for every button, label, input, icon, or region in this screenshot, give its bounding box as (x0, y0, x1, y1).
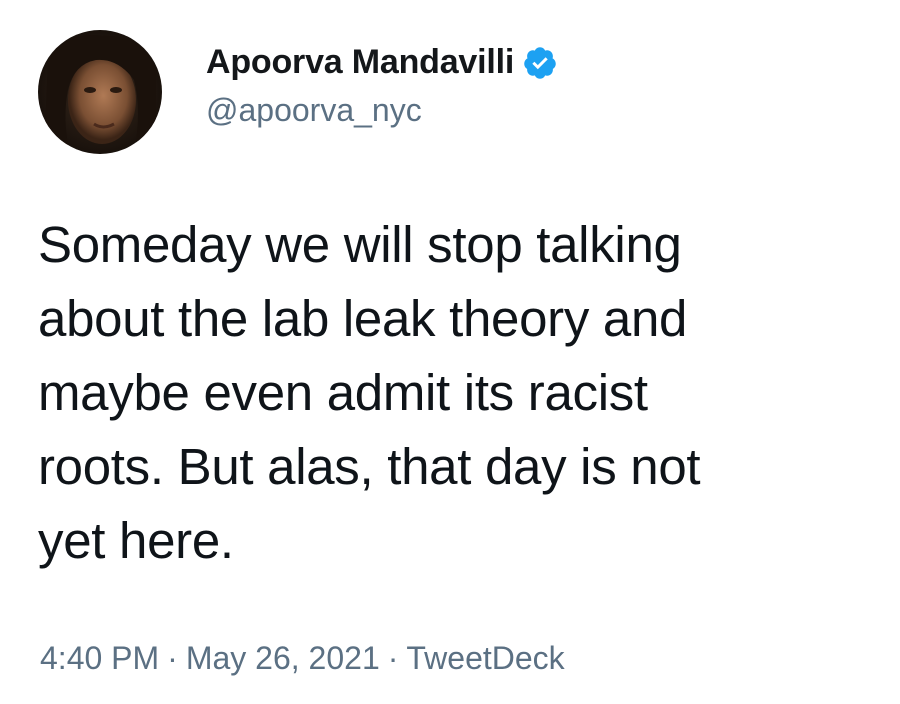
tweet-text-line: yet here. (38, 512, 234, 569)
tweet-text-line: roots. But alas, that day is not (38, 438, 701, 495)
meta-separator: · (387, 640, 399, 676)
tweet-date[interactable]: May 26, 2021 (186, 640, 380, 676)
tweet-text-line: maybe even admit its racist (38, 364, 648, 421)
tweet-time[interactable]: 4:40 PM (40, 640, 159, 676)
tweet-text-line: Someday we will stop talking (38, 216, 682, 273)
author-identity: Apoorva Mandavilli @apoorva_nyc (206, 43, 558, 129)
tweet-card: Apoorva Mandavilli @apoorva_nyc Someday … (0, 0, 900, 704)
tweet-text: Someday we will stop talking about the l… (38, 208, 888, 578)
verified-badge-icon (522, 45, 558, 81)
author-display-name[interactable]: Apoorva Mandavilli (206, 43, 514, 82)
avatar-photo (38, 30, 162, 154)
tweet-header: Apoorva Mandavilli @apoorva_nyc (38, 22, 558, 162)
tweet-text-line: about the lab leak theory and (38, 290, 688, 347)
name-row: Apoorva Mandavilli (206, 43, 558, 82)
avatar[interactable] (38, 30, 162, 154)
author-handle[interactable]: @apoorva_nyc (206, 92, 558, 129)
tweet-metadata: 4:40 PM · May 26, 2021 · TweetDeck (40, 640, 565, 677)
meta-separator: · (167, 640, 178, 676)
tweet-source[interactable]: TweetDeck (406, 640, 564, 676)
